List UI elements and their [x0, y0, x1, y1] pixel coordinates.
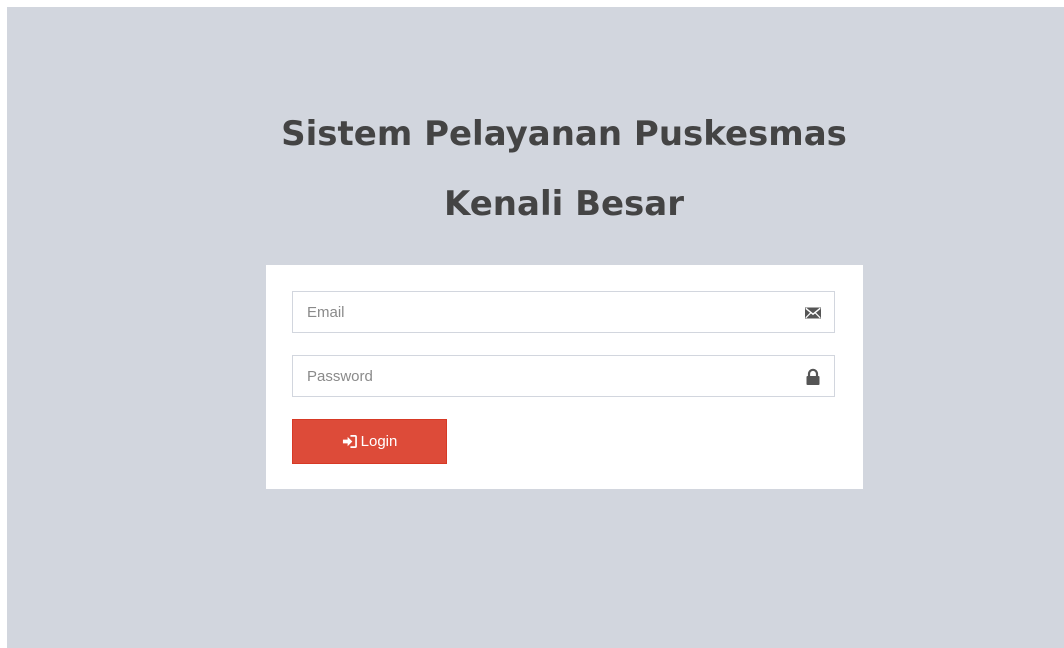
sign-in-icon — [342, 435, 357, 448]
page-title: Sistem Pelayanan Puskesmas Kenali Besar — [7, 111, 1064, 227]
password-field[interactable] — [292, 355, 835, 397]
login-button[interactable]: Login — [292, 419, 447, 464]
page-title-line-2: Kenali Besar — [443, 184, 685, 224]
page-background: Sistem Pelayanan Puskesmas Kenali Besar — [7, 7, 1064, 648]
lock-icon — [804, 368, 822, 386]
email-input[interactable] — [293, 292, 834, 332]
login-box: Login — [266, 265, 863, 489]
envelope-icon — [804, 304, 822, 322]
email-field[interactable] — [292, 291, 835, 333]
login-button-label: Login — [360, 433, 398, 450]
password-input[interactable] — [293, 356, 834, 396]
page-title-line-1: Sistem Pelayanan Puskesmas — [281, 114, 847, 154]
